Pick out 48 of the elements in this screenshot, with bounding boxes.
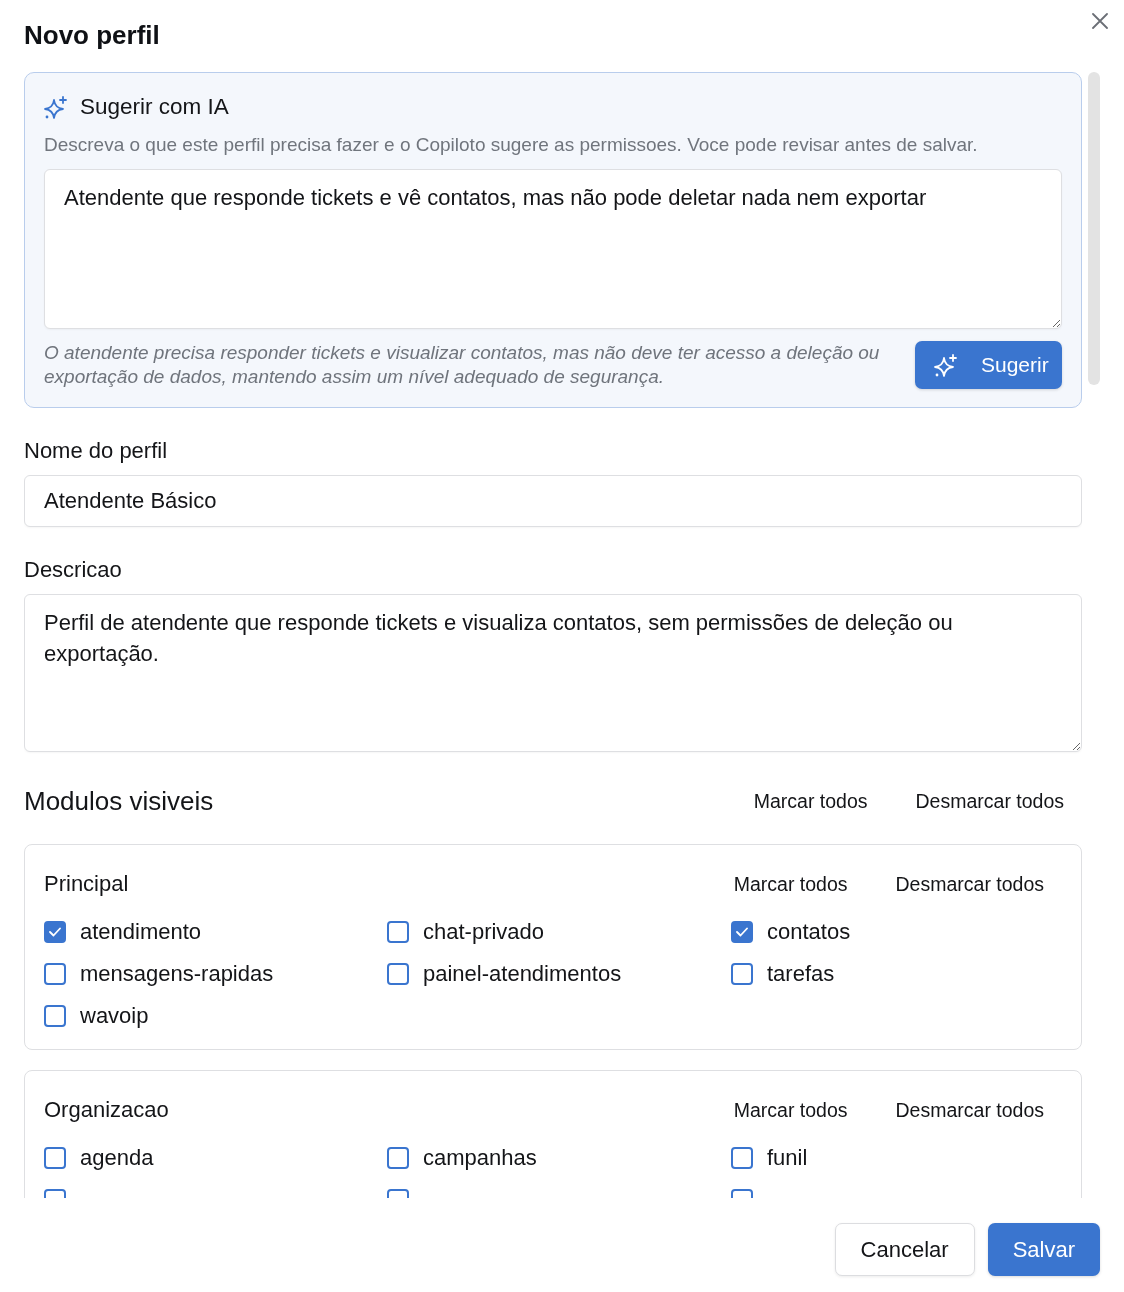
ai-summary-text: O atendente precisa responder tickets e visualizar contatos, mas não deve ter acesso a deleção ou exportação de dados, mantendo assim um nível adequado de segurança. — [44, 341, 881, 389]
cancel-button[interactable]: Cancelar — [834, 1223, 975, 1276]
field-label: Descricao — [24, 556, 123, 584]
checkbox[interactable] — [731, 921, 753, 943]
check-icon — [49, 927, 61, 937]
deselect-all-button[interactable]: Desmarcar todos — [883, 869, 1056, 899]
panel-description: Descreva o que este perfil precisa fazer e o Copiloto sugere as permissoes. Voce pode revisar antes de salvar. — [44, 133, 979, 157]
checkbox[interactable] — [44, 1005, 66, 1027]
checkbox[interactable] — [44, 963, 66, 985]
suggest-button[interactable]: Sugerir — [915, 341, 1062, 389]
dialog-title: Novo perfil — [24, 19, 160, 52]
checkbox-label: atendimento — [80, 919, 202, 945]
check-icon — [736, 927, 748, 937]
checkbox-label: agenda — [80, 1145, 154, 1171]
deselect-all-button[interactable]: Desmarcar todos — [903, 786, 1076, 816]
description-field[interactable]: Perfil de atendente que responde tickets e visualiza contatos, sem permissões de deleção ou exportação. — [24, 594, 1082, 752]
select-all-button[interactable]: Marcar todos — [721, 869, 860, 899]
group-title: Organizacao — [44, 1096, 169, 1124]
group-title: Principal — [44, 870, 129, 898]
checkbox-label: funil — [767, 1145, 808, 1171]
checkbox-label: campanhas — [423, 1145, 537, 1171]
section-title: Modulos visiveis — [24, 785, 214, 817]
checkbox[interactable] — [44, 1147, 66, 1169]
select-all-button[interactable]: Marcar todos — [741, 786, 880, 816]
checkbox-label: chat-privado — [423, 919, 545, 945]
field-label: Nome do perfil — [24, 437, 169, 465]
checkbox-label: wavoip — [80, 1003, 149, 1029]
scrollbar-thumb[interactable] — [1088, 72, 1100, 385]
panel-title: Sugerir com IA — [80, 93, 229, 121]
close-button[interactable] — [1092, 13, 1108, 29]
prompt-field[interactable]: Atendente que responde tickets e vê contatos, mas não pode deletar nada nem exportar — [44, 169, 1062, 329]
checkbox[interactable] — [44, 921, 66, 943]
checkbox[interactable] — [731, 1147, 753, 1169]
checkbox-label: contatos — [767, 919, 851, 945]
sparkles-icon — [934, 353, 957, 377]
name-field[interactable]: Atendente Básico — [24, 475, 1082, 527]
save-button[interactable]: Salvar — [987, 1223, 1100, 1276]
select-all-button[interactable]: Marcar todos — [721, 1095, 860, 1125]
checkbox[interactable] — [387, 1147, 409, 1169]
checkbox[interactable] — [387, 963, 409, 985]
checkbox-label: mensagens-rapidas — [80, 961, 274, 987]
checkbox[interactable] — [731, 963, 753, 985]
checkbox-label: painel-atendimentos — [423, 961, 622, 987]
sparkles-icon — [44, 95, 67, 119]
close-icon — [1092, 13, 1108, 29]
checkbox-label: tarefas — [767, 961, 835, 987]
deselect-all-button[interactable]: Desmarcar todos — [883, 1095, 1056, 1125]
checkbox[interactable] — [387, 921, 409, 943]
